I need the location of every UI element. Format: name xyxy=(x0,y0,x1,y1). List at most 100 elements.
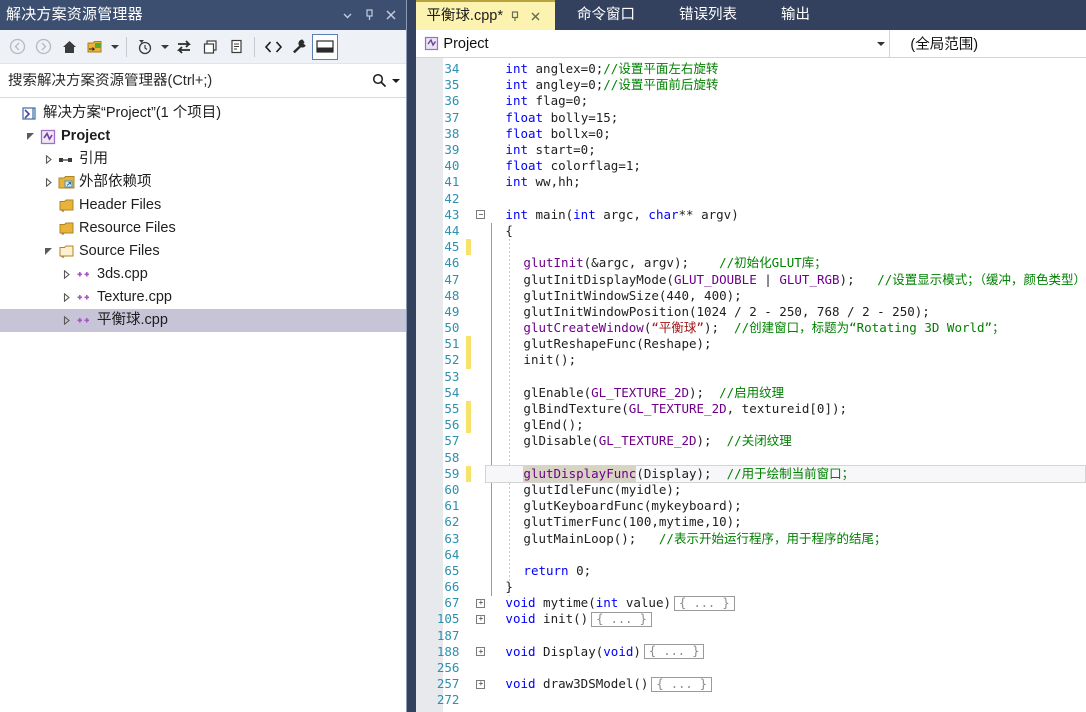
panel-splitter[interactable] xyxy=(406,0,417,712)
home-icon[interactable] xyxy=(56,34,82,60)
collapse-arrow-icon[interactable] xyxy=(40,240,56,263)
code-line[interactable]: 256 xyxy=(416,660,1086,676)
code-line[interactable]: 272 xyxy=(416,692,1086,708)
code-line[interactable]: 39 int start=0; xyxy=(416,142,1086,158)
forward-icon[interactable] xyxy=(30,34,56,60)
code-editor[interactable]: 34 int anglex=0;//设置平面左右旋转 35 int angley=0;… xyxy=(416,58,1086,712)
code-line[interactable]: 40 float colorflag=1; xyxy=(416,158,1086,174)
code-line[interactable]: 57 glDisable(GL_TEXTURE_2D); //关闭纹理 xyxy=(416,433,1086,449)
tree-item-7[interactable]: 3ds.cpp xyxy=(0,263,406,286)
expand-region-icon[interactable]: + xyxy=(474,598,487,608)
solution-explorer-search[interactable] xyxy=(0,64,407,98)
code-line[interactable]: 60 glutIdleFunc(myidle); xyxy=(416,482,1086,498)
tab-pin-icon[interactable] xyxy=(506,3,524,29)
editor-tab-3[interactable]: 输出 xyxy=(759,0,832,30)
tree-item-0[interactable]: 解决方案“Project”(1 个项目) xyxy=(0,102,406,125)
filter-dropdown-caret-icon[interactable] xyxy=(158,34,171,60)
expand-region-icon[interactable]: + xyxy=(474,647,487,657)
expand-arrow-icon[interactable] xyxy=(40,148,56,171)
code-line[interactable]: 45 xyxy=(416,239,1086,256)
editor-tab-2[interactable]: 错误列表 xyxy=(657,0,759,30)
code-line[interactable]: 67 + void mytime(int value){ ... } xyxy=(416,595,1086,611)
sync-with-active-document-icon[interactable] xyxy=(82,34,108,60)
code-line[interactable]: 61 glutKeyboardFunc(mykeyboard); xyxy=(416,498,1086,514)
wrench-icon[interactable] xyxy=(286,34,312,60)
tree-item-1[interactable]: Project xyxy=(0,125,406,148)
search-icon[interactable] xyxy=(368,73,390,88)
expand-arrow-icon[interactable] xyxy=(58,286,74,309)
tree-item-8[interactable]: Texture.cpp xyxy=(0,286,406,309)
code-line[interactable]: 37 float bolly=15; xyxy=(416,110,1086,126)
refresh-icon[interactable] xyxy=(171,34,197,60)
chevron-down-icon[interactable] xyxy=(336,3,358,27)
code-line[interactable]: 257 + void draw3DSModel(){ ... } xyxy=(416,676,1086,692)
close-icon[interactable] xyxy=(380,3,402,27)
code-line[interactable]: 62 glutTimerFunc(100,mytime,10); xyxy=(416,514,1086,530)
code-line[interactable]: 43 − int main(int argc, char ** argv) xyxy=(416,207,1086,223)
code-line[interactable]: 50 glutCreateWindow(“平衡球”); //创建窗口，标题为“Ro… xyxy=(416,320,1086,336)
expand-arrow-icon[interactable] xyxy=(58,309,74,332)
code-line[interactable]: 187 xyxy=(416,628,1086,644)
chevron-down-icon[interactable] xyxy=(873,41,889,47)
code-line[interactable]: 35 int angley=0;//设置平面前后旋转 xyxy=(416,77,1086,93)
code-line[interactable]: 54 glEnable(GL_TEXTURE_2D); //启用纹理 xyxy=(416,385,1086,401)
view-code-icon[interactable] xyxy=(260,34,286,60)
code-line[interactable]: 46 glutInit (&argc, argv); //初始化GLUT库； xyxy=(416,255,1086,271)
code-line[interactable]: 49 glutInitWindowPosition(1024 / 2 - 250,… xyxy=(416,304,1086,320)
project-scope-combo[interactable]: Project xyxy=(416,30,891,57)
collapse-all-icon[interactable] xyxy=(197,34,223,60)
sync-dropdown-caret-icon[interactable] xyxy=(108,34,121,60)
code-line[interactable]: 105 + void init(){ ... } xyxy=(416,611,1086,627)
back-icon[interactable] xyxy=(4,34,30,60)
preview-selected-items-icon[interactable] xyxy=(312,33,338,60)
code-line[interactable]: 59 glutDisplayFunc (Display); //用于绘制当前窗口； xyxy=(416,464,1086,483)
code-line[interactable]: 64 xyxy=(416,547,1086,563)
code-line[interactable]: 53 xyxy=(416,369,1086,385)
editor-tabstrip[interactable]: 平衡球.cpp* 命令窗口 错误列表 输出 xyxy=(416,0,1086,30)
search-input[interactable] xyxy=(8,72,369,89)
collapsed-region-block[interactable]: { ... } xyxy=(643,644,705,660)
code-line[interactable]: 52 init(); xyxy=(416,352,1086,369)
tree-item-3[interactable]: 外部依赖项 xyxy=(0,171,406,194)
collapsed-region-block[interactable]: { ... } xyxy=(591,611,652,627)
expand-region-icon[interactable]: + xyxy=(474,679,487,689)
code-line[interactable]: 36 int flag=0; xyxy=(416,93,1086,109)
tree-item-4[interactable]: Header Files xyxy=(0,194,406,217)
pending-changes-filter-icon[interactable] xyxy=(132,34,158,60)
member-scope-combo[interactable]: (全局范围) xyxy=(890,30,1086,57)
properties-icon[interactable] xyxy=(223,34,249,60)
code-line[interactable]: 47 glutInitDisplayMode(GLUT_DOUBLE | GLUT… xyxy=(416,271,1086,287)
pin-icon[interactable] xyxy=(358,3,380,27)
editor-tab-0[interactable]: 平衡球.cpp* xyxy=(416,0,555,30)
tree-item-9[interactable]: 平衡球.cpp xyxy=(0,309,407,332)
expand-arrow-icon[interactable] xyxy=(40,171,56,194)
code-line[interactable]: 65 return 0; xyxy=(416,563,1086,579)
code-line[interactable]: 34 int anglex=0;//设置平面左右旋转 xyxy=(416,61,1086,77)
code-line[interactable]: 58 xyxy=(416,450,1086,466)
code-line[interactable]: 55 glBindTexture(GL_TEXTURE_2D, textureid… xyxy=(416,400,1086,418)
code-line[interactable]: 56 glEnd(); xyxy=(416,417,1086,434)
solution-tree[interactable]: 解决方案“Project”(1 个项目) Project 引用 外部依赖项 Header… xyxy=(0,98,407,712)
tab-close-icon[interactable] xyxy=(527,3,545,29)
collapse-region-icon[interactable]: − xyxy=(474,210,487,220)
tree-item-6[interactable]: Source Files xyxy=(0,240,406,263)
collapsed-region-block[interactable]: { ... } xyxy=(674,595,735,611)
collapse-arrow-icon[interactable] xyxy=(22,125,38,148)
code-line[interactable]: 273 xyxy=(416,709,1086,712)
code-line[interactable]: 44 { xyxy=(416,223,1086,239)
editor-tab-1[interactable]: 命令窗口 xyxy=(555,0,657,30)
code-line[interactable]: 63 glutMainLoop(); //表示开始运行程序，用于程序的结尾； xyxy=(416,530,1086,546)
code-line[interactable]: 66} xyxy=(416,579,1086,595)
tree-item-2[interactable]: 引用 xyxy=(0,148,406,171)
code-line[interactable]: 38 float bollx=0; xyxy=(416,126,1086,142)
code-line[interactable]: 188 + void Display(void){ ... } xyxy=(416,644,1086,660)
search-dropdown-caret-icon[interactable] xyxy=(390,78,402,84)
code-line[interactable]: 48 glutInitWindowSize(440, 400); xyxy=(416,288,1086,304)
code-line[interactable]: 41 int ww,hh; xyxy=(416,174,1086,190)
code-line[interactable]: 42 xyxy=(416,191,1086,207)
code-lines[interactable]: 34 int anglex=0;//设置平面左右旋转 35 int angley=0;… xyxy=(416,58,1086,712)
tree-item-5[interactable]: Resource Files xyxy=(0,217,406,240)
collapsed-region-block[interactable]: { ... } xyxy=(651,676,712,692)
code-line[interactable]: 51 glutReshapeFunc(Reshape); xyxy=(416,336,1086,353)
expand-region-icon[interactable]: + xyxy=(474,614,487,624)
